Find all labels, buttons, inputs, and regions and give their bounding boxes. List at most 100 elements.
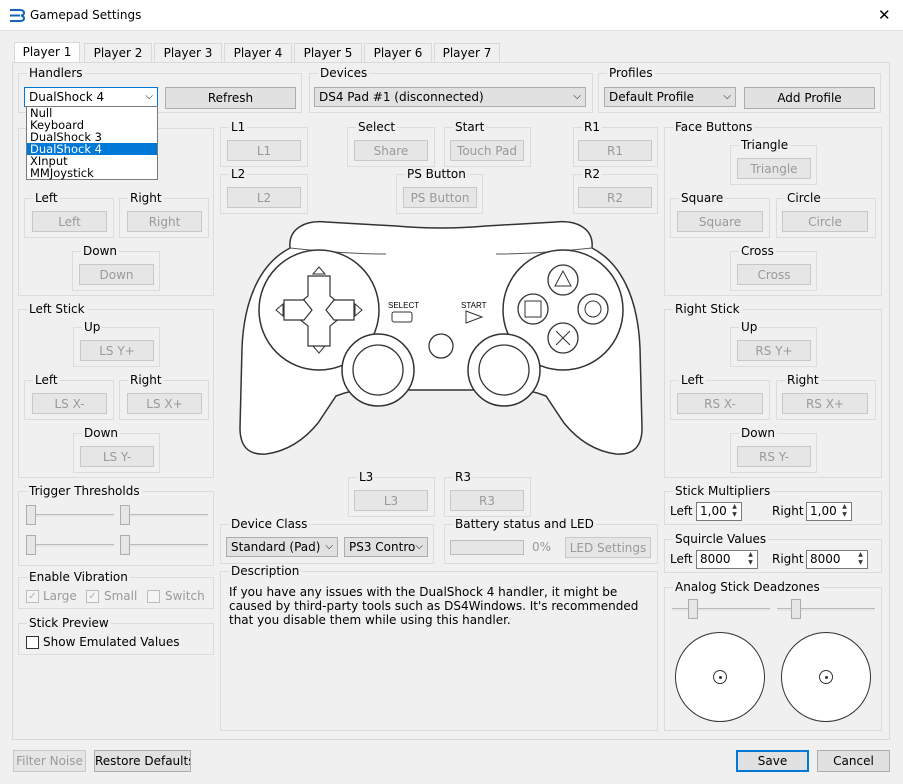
rs-down-button[interactable]: RS Y- [737,446,811,467]
profile-select[interactable]: Default Profile ⌵ [604,87,736,107]
chevron-down-icon: ⌵ [723,91,731,102]
trigger-left-deadzone-slider[interactable] [26,535,36,555]
multiplier-right-value: 1,00 [810,504,837,518]
r2-label: R2 [582,167,602,181]
show-emulated-checkbox[interactable] [26,636,39,649]
add-profile-button[interactable]: Add Profile [744,87,875,109]
title-bar: Gamepad Settings ✕ [0,0,903,31]
rs-right-button[interactable]: RS X+ [782,393,868,414]
handler-select[interactable]: DualShock 4 ⌵ [24,87,158,107]
multiplier-right-input[interactable]: 1,00 ▲ ▼ [806,502,852,521]
squircle-right-input[interactable]: 8000 ▲ ▼ [806,550,868,569]
handler-option-mmjoystick[interactable]: MMJoystick [27,167,157,179]
trigger-thresholds-group: Trigger Thresholds [18,484,214,566]
l2-button[interactable]: L2 [227,187,301,208]
trigger-left-slider[interactable] [26,505,36,525]
close-icon[interactable]: ✕ [878,6,891,24]
description-label: Description [229,564,302,578]
tab-player-2[interactable]: Player 2 [84,43,152,62]
left-deadzone-track [672,608,770,611]
r2-button[interactable]: R2 [578,187,652,208]
spin-down-icon[interactable]: ▼ [745,559,756,567]
multiplier-right-label: Right [772,504,804,518]
restore-defaults-button[interactable]: Restore Defaults [94,750,191,772]
spin-up-icon[interactable]: ▲ [839,503,850,511]
device-class-select[interactable]: Standard (Pad) ⌵ [226,537,338,557]
large-checkbox[interactable]: ✓ [26,590,39,603]
save-button[interactable]: Save [736,750,809,772]
handler-dropdown-list: Null Keyboard DualShock 3 DualShock 4 XI… [26,106,158,180]
trigger-right-deadzone-track [122,544,208,547]
l1-button[interactable]: L1 [227,140,301,161]
spin-down-icon[interactable]: ▼ [729,511,740,519]
device-select[interactable]: DS4 Pad #1 (disconnected) ⌵ [314,87,586,107]
switch-checkbox[interactable] [147,590,160,603]
dpad-down-button[interactable]: Down [79,264,154,285]
squircle-label: Squircle Values [673,532,769,546]
select-button[interactable]: Share [354,140,428,161]
dpad-left-label: Left [33,191,60,205]
circle-label: Circle [785,191,823,205]
led-settings-button[interactable]: LED Settings [565,537,651,558]
spin-down-icon[interactable]: ▼ [839,511,850,519]
spin-down-icon[interactable]: ▼ [855,559,866,567]
ls-left-button[interactable]: LS X- [32,393,107,414]
ls-right-button[interactable]: LS X+ [127,393,202,414]
chevron-down-icon: ⌵ [145,91,153,102]
left-stick-preview-center [719,676,722,679]
ls-down-label: Down [82,426,121,440]
refresh-button[interactable]: Refresh [165,87,296,109]
stick-multipliers-label: Stick Multipliers [673,484,773,498]
small-label: Small [104,589,138,603]
spin-up-icon[interactable]: ▲ [745,551,756,559]
switch-label: Switch [165,589,205,603]
squircle-left-input[interactable]: 8000 ▲ ▼ [696,550,758,569]
square-button[interactable]: Square [677,211,763,232]
handlers-label: Handlers [27,66,85,80]
spin-up-icon[interactable]: ▲ [855,551,866,559]
trigger-right-deadzone-slider[interactable] [120,535,130,555]
triangle-button[interactable]: Triangle [737,158,811,179]
start-button[interactable]: Touch Pad [450,140,524,161]
right-deadzone-slider[interactable] [791,599,801,619]
rs-up-button[interactable]: RS Y+ [737,340,811,361]
select-text: SELECT [388,301,419,310]
device-class-label: Device Class [229,517,310,531]
tab-player-6[interactable]: Player 6 [364,43,432,62]
r1-button[interactable]: R1 [578,140,652,161]
tab-player-7[interactable]: Player 7 [434,43,500,62]
ls-up-label: Up [82,320,103,334]
circle-button[interactable]: Circle [782,211,868,232]
left-deadzone-slider[interactable] [688,599,698,619]
dpad-right-label: Right [128,191,164,205]
tab-player-4[interactable]: Player 4 [224,43,292,62]
l3-button[interactable]: L3 [354,490,428,511]
r3-button[interactable]: R3 [450,490,524,511]
ls-up-button[interactable]: LS Y+ [80,340,154,361]
trigger-right-slider[interactable] [120,505,130,525]
dpad-left-button[interactable]: Left [32,211,107,232]
ls-right-label: Right [128,373,164,387]
rs-left-button[interactable]: RS X- [677,393,763,414]
right-stick-preview-center [825,676,828,679]
spin-up-icon[interactable]: ▲ [729,503,740,511]
multiplier-left-input[interactable]: 1,00 ▲ ▼ [696,502,742,521]
r1-label: R1 [582,120,602,134]
tab-player-1[interactable]: Player 1 [14,42,80,63]
rs-left-label: Left [679,373,706,387]
ps-button[interactable]: PS Button [403,187,477,208]
ps-label: PS Button [405,167,468,181]
tab-player-3[interactable]: Player 3 [154,43,222,62]
small-checkbox[interactable]: ✓ [86,590,99,603]
dpad-right-button[interactable]: Right [127,211,202,232]
device-subclass-select[interactable]: PS3 Contro ⌵ [344,537,428,557]
controller-image: SELECT START [239,220,643,455]
trigger-left-deadzone-track [28,544,114,547]
vibration-label: Enable Vibration [27,570,130,584]
description-text: If you have any issues with the DualShoc… [229,585,639,627]
ls-down-button[interactable]: LS Y- [80,446,154,467]
cross-button[interactable]: Cross [737,264,811,285]
tab-player-5[interactable]: Player 5 [294,43,362,62]
filter-noise-button[interactable]: Filter Noise [13,750,86,772]
cancel-button[interactable]: Cancel [817,750,890,772]
